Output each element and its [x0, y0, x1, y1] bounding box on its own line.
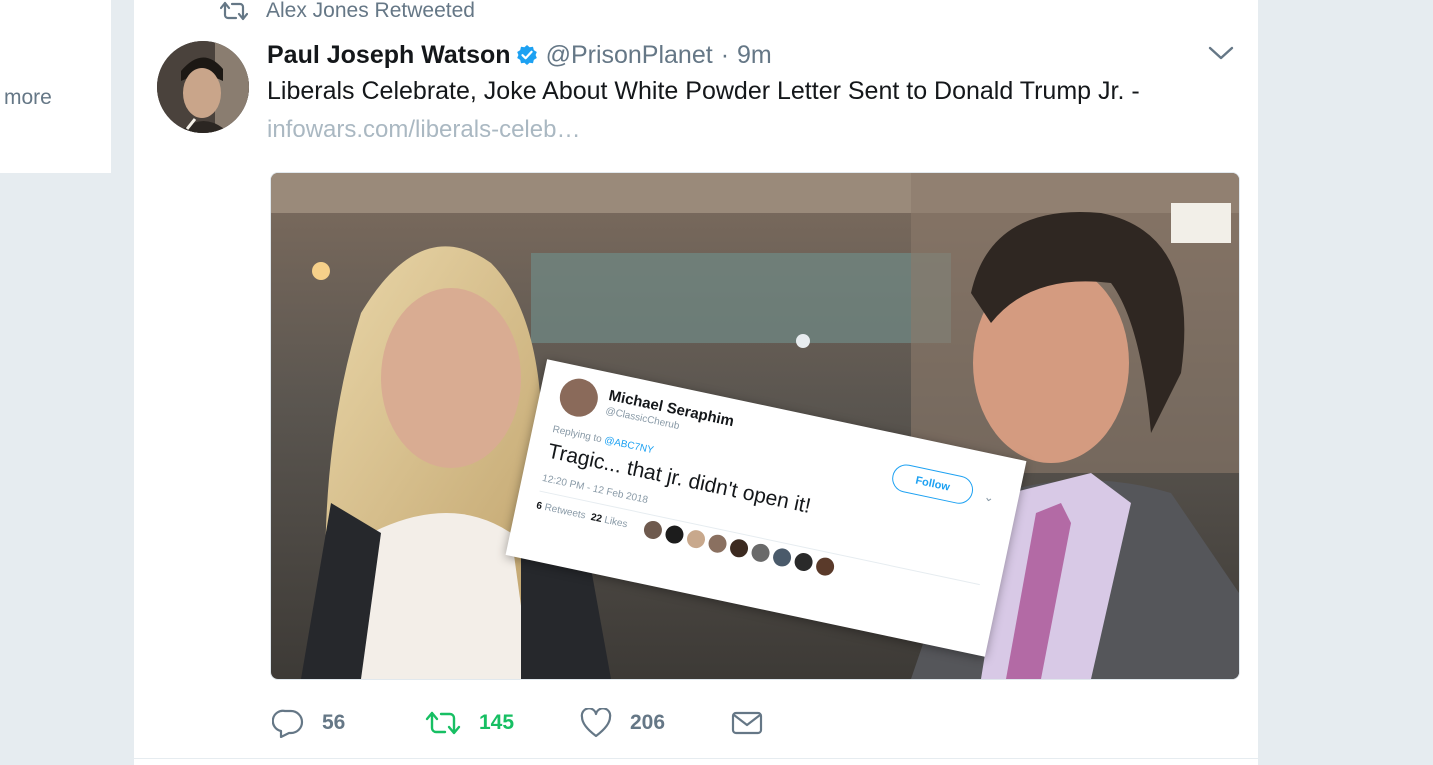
- tweet-actions: 56 145 206: [272, 703, 781, 743]
- avatar[interactable]: [157, 41, 249, 133]
- embedded-retweets-count: 6: [535, 500, 544, 513]
- reply-count: 56: [322, 711, 346, 734]
- embedded-likes-label: Likes: [603, 514, 629, 531]
- header-separator: ·: [720, 40, 730, 69]
- tweet[interactable]: Alex Jones Retweeted Paul Joseph Watson …: [134, 0, 1258, 765]
- chevron-down-icon[interactable]: [1208, 45, 1234, 66]
- like-button[interactable]: 206: [580, 708, 731, 738]
- retweet-context-text[interactable]: Alex Jones Retweeted: [266, 0, 475, 23]
- tweet-text: Liberals Celebrate, Joke About White Pow…: [267, 77, 1140, 105]
- embedded-follow-button: Follow: [889, 461, 976, 507]
- more-link[interactable]: more: [4, 86, 52, 110]
- reply-button[interactable]: 56: [272, 708, 425, 738]
- retweet-button[interactable]: 145: [425, 710, 580, 736]
- tweet-divider: [134, 758, 1258, 759]
- author-handle[interactable]: @PrisonPlanet: [546, 41, 713, 70]
- heart-icon: [580, 708, 612, 738]
- tweet-media[interactable]: Michael Seraphim @ClassicCherub Follow ⌄…: [270, 172, 1240, 680]
- retweet-icon: [425, 710, 461, 736]
- tweet-header: Paul Joseph Watson @PrisonPlanet · 9m: [267, 38, 772, 72]
- tweet-timestamp[interactable]: 9m: [737, 41, 772, 70]
- left-sidebar-card: more: [0, 0, 111, 173]
- embedded-retweets-label: Retweets: [543, 502, 587, 522]
- embedded-chevron-down-icon: ⌄: [982, 489, 996, 506]
- embedded-stats: 6 Retweets 22 Likes: [535, 500, 628, 530]
- like-count: 206: [630, 711, 666, 734]
- retweet-icon: [220, 1, 248, 21]
- embedded-avatar: [556, 375, 602, 421]
- tweet-link[interactable]: infowars.com/liberals-celeb…: [267, 116, 580, 144]
- author-name[interactable]: Paul Joseph Watson: [267, 41, 511, 70]
- retweet-count: 145: [479, 711, 515, 734]
- embedded-likes-count: 22: [589, 511, 603, 525]
- envelope-icon: [731, 710, 763, 736]
- direct-message-button[interactable]: [731, 710, 781, 736]
- reply-icon: [272, 708, 304, 738]
- embedded-tweet-text: Tragic... that jr. didn't open it!: [545, 439, 813, 518]
- verified-badge-icon: [516, 44, 538, 66]
- retweet-context: Alex Jones Retweeted: [220, 0, 475, 25]
